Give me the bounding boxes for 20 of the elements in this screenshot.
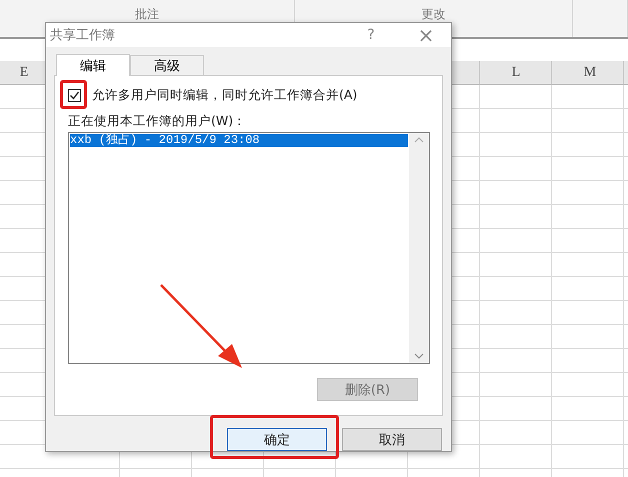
list-item[interactable]: xxb (独占) - 2019/5/9 23:08 xyxy=(70,134,408,147)
checkbox[interactable] xyxy=(68,88,81,102)
dialog-title: 共享工作簿 xyxy=(50,27,116,44)
list-label: 正在使用本工作簿的用户(W)： xyxy=(68,113,248,130)
close-button[interactable]: × xyxy=(401,23,451,47)
checkbox-label: 允许多用户同时编辑，同时允许工作簿合并(A) xyxy=(92,87,358,104)
group-label: 批注 xyxy=(135,6,159,23)
tab[interactable]: 编辑 xyxy=(56,54,130,76)
scroll-up-icon[interactable] xyxy=(414,137,424,143)
scrollbar[interactable] xyxy=(409,133,429,363)
user-list[interactable]: xxb (独占) - 2019/5/9 23:08 xyxy=(68,132,430,364)
scroll-down-icon[interactable] xyxy=(414,353,424,359)
group-label: 更改 xyxy=(422,6,446,23)
cancel-button[interactable]: 取消 xyxy=(342,428,442,451)
help-button[interactable]: ? xyxy=(341,27,401,43)
column-header[interactable]: L xyxy=(480,61,552,84)
column-header[interactable]: M xyxy=(552,61,628,84)
tab[interactable]: 高级 xyxy=(130,55,204,75)
column-header[interactable]: E xyxy=(0,61,48,84)
ok-button[interactable]: 确定 xyxy=(227,428,327,451)
